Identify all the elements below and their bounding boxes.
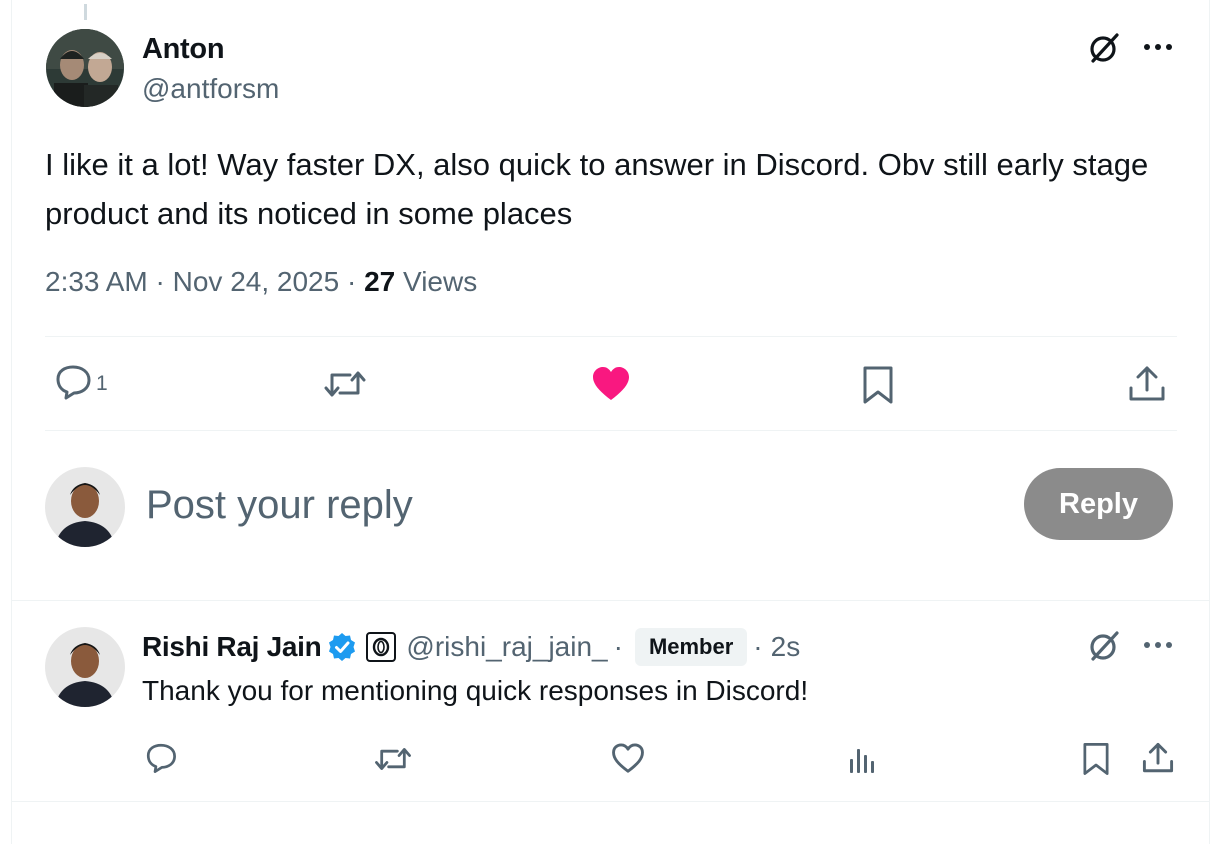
more-icon[interactable] (1141, 32, 1175, 62)
tweet-date[interactable]: Nov 24, 2025 (173, 266, 340, 297)
share-icon (1141, 741, 1175, 780)
grok-icon[interactable] (1086, 628, 1122, 664)
author-avatar[interactable] (46, 29, 124, 107)
author-name[interactable]: Anton (142, 33, 225, 66)
reply-retweet-action[interactable] (373, 743, 413, 780)
affiliate-logo-icon[interactable] (366, 632, 397, 662)
retweet-icon (322, 366, 368, 407)
reply-icon (52, 362, 94, 407)
views-label[interactable]: Views (403, 266, 477, 297)
tweet-text: I like it a lot! Way faster DX, also qui… (45, 147, 1149, 231)
divider (45, 430, 1177, 431)
user-avatar[interactable] (45, 467, 125, 547)
reply-share-action[interactable] (1141, 741, 1175, 780)
like-action[interactable] (591, 366, 631, 407)
reply-icon (143, 741, 179, 780)
tweet-time[interactable]: 2:33 AM (45, 266, 148, 297)
reply-button[interactable]: Reply (1024, 468, 1173, 540)
divider (45, 336, 1177, 337)
share-icon (1127, 364, 1167, 409)
reply-author-avatar[interactable] (45, 627, 125, 707)
bookmark-icon (861, 364, 895, 411)
retweet-action[interactable] (322, 366, 368, 407)
divider (12, 801, 1210, 802)
grok-icon[interactable] (1086, 30, 1122, 66)
analytics-icon (848, 743, 878, 780)
reply-views-action[interactable] (848, 743, 878, 780)
share-action[interactable] (1127, 364, 1167, 409)
views-count[interactable]: 27 (364, 266, 395, 297)
bookmark-action[interactable] (861, 364, 895, 411)
meta-separator: · (613, 631, 623, 662)
retweet-icon (373, 743, 413, 780)
reply-bookmark-action[interactable] (1081, 741, 1111, 782)
meta-separator: · (346, 266, 357, 297)
reply-header: Rishi Raj Jain @rishi_raj_jain_ · Member… (142, 627, 800, 667)
reply-time[interactable]: 2s (771, 631, 801, 663)
verified-badge-icon[interactable] (327, 632, 357, 662)
member-badge[interactable]: Member (634, 628, 748, 666)
reply-text: Thank you for mentioning quick responses… (142, 675, 809, 706)
meta-separator: · (753, 631, 763, 662)
reply-author-name[interactable]: Rishi Raj Jain (142, 631, 322, 663)
timeline-column (11, 0, 1210, 844)
heart-icon (591, 366, 631, 407)
heart-icon (611, 743, 645, 779)
reply-like-action[interactable] (611, 743, 645, 779)
reply-author-handle[interactable]: @rishi_raj_jain_ (406, 631, 607, 663)
thread-connector-line (84, 4, 87, 20)
divider (12, 600, 1210, 601)
reply-action[interactable]: 1 (52, 364, 108, 404)
reply-reply-action[interactable] (143, 741, 179, 780)
more-icon[interactable] (1141, 630, 1175, 660)
reply-count: 1 (96, 372, 108, 395)
bookmark-icon (1081, 741, 1111, 782)
author-handle[interactable]: @antforsm (142, 73, 279, 105)
reply-input[interactable] (146, 478, 946, 532)
meta-separator: · (155, 266, 165, 297)
tweet-meta: 2:33 AM · Nov 24, 2025 · 27 Views (45, 266, 477, 298)
